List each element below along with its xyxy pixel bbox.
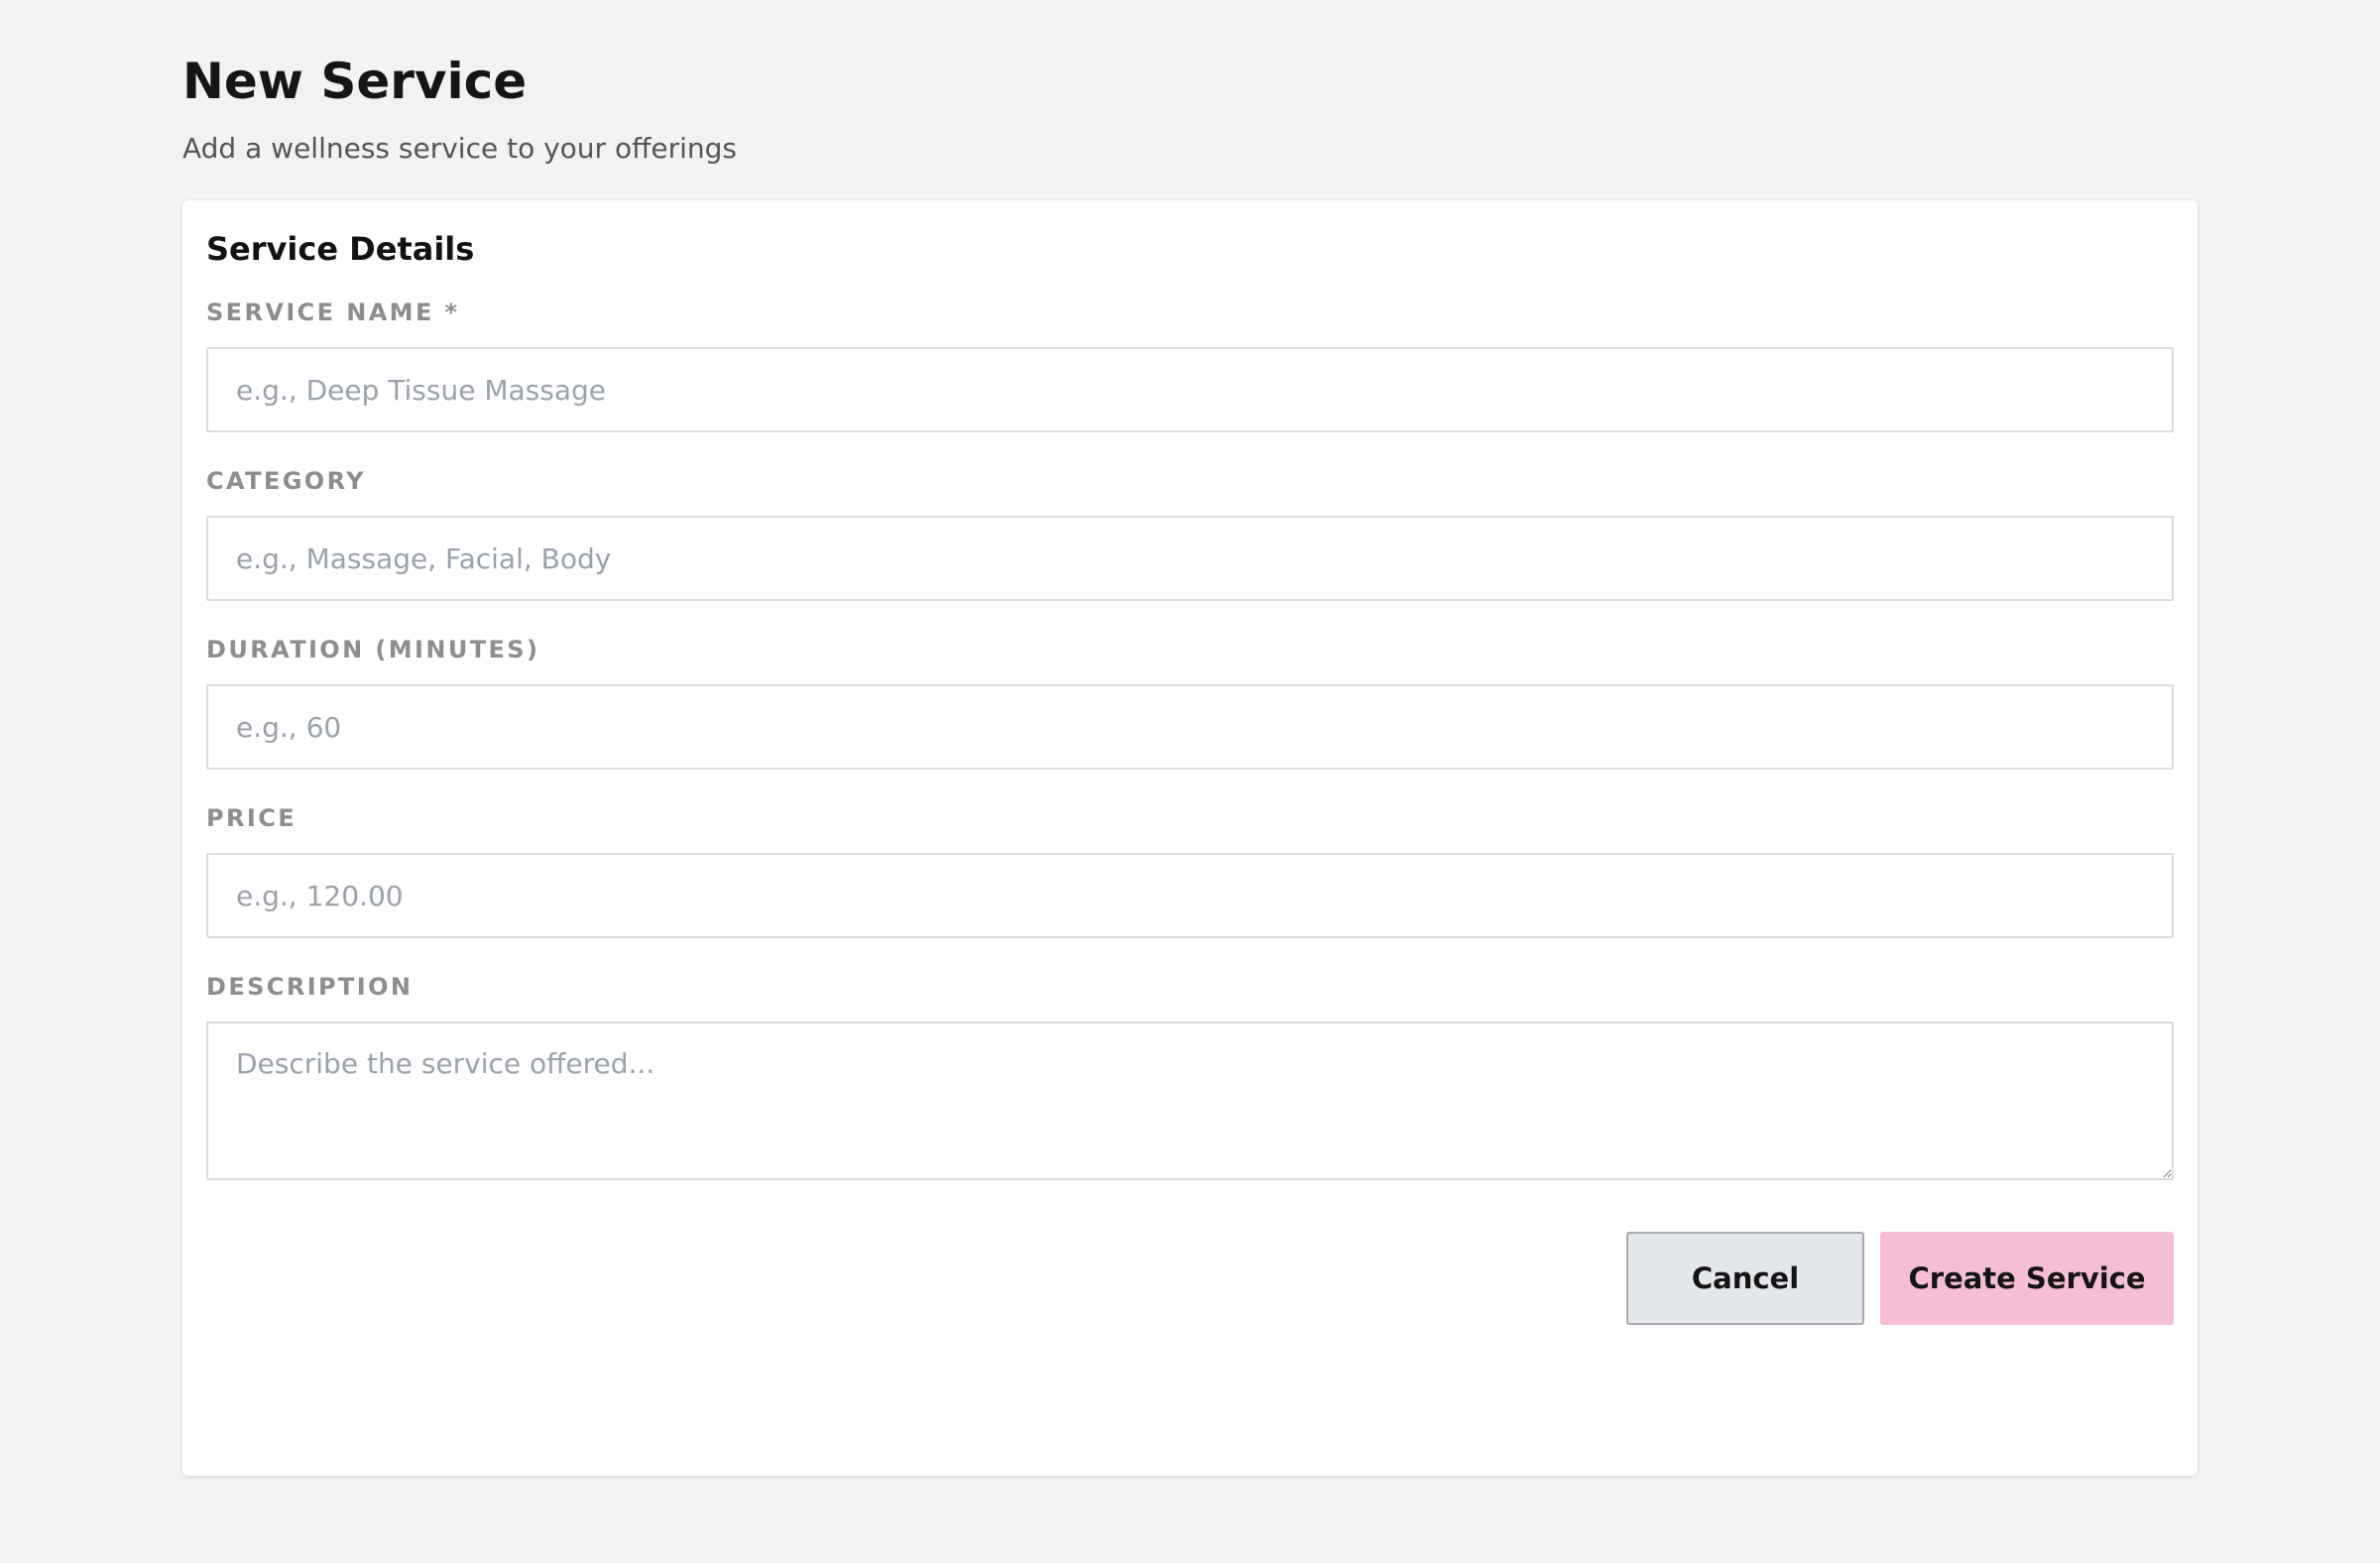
- page-subtitle: Add a wellness service to your offerings: [182, 132, 738, 165]
- service-details-title: Service Details: [206, 230, 475, 268]
- service-name-input[interactable]: [206, 347, 2174, 432]
- create-service-button[interactable]: Create Service: [1880, 1232, 2174, 1325]
- cancel-button[interactable]: Cancel: [1626, 1232, 1864, 1325]
- description-textarea[interactable]: [206, 1022, 2174, 1180]
- price-input[interactable]: [206, 853, 2174, 938]
- category-input[interactable]: [206, 516, 2174, 601]
- description-label: DESCRIPTION: [206, 973, 414, 1001]
- service-details-card: Service Details SERVICE NAME * CATEGORY …: [182, 200, 2198, 1476]
- category-label: CATEGORY: [206, 467, 366, 495]
- price-label: PRICE: [206, 804, 298, 832]
- page-title: New Service: [182, 53, 528, 110]
- duration-label: DURATION (MINUTES): [206, 636, 540, 663]
- service-name-label: SERVICE NAME *: [206, 299, 460, 326]
- duration-input[interactable]: [206, 684, 2174, 770]
